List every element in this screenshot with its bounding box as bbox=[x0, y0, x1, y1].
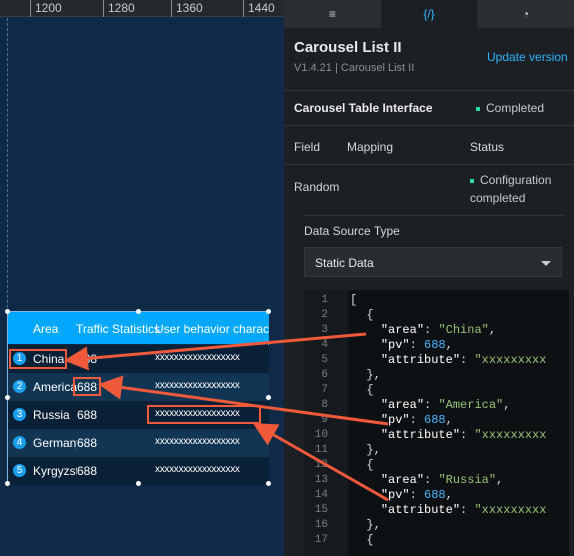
rank-badge: 5 bbox=[13, 464, 26, 477]
config-panel: ≡ {/} ◔ Carousel List II Update version … bbox=[284, 0, 574, 556]
header-behavior: User behavior characte bbox=[155, 322, 269, 336]
status-dot bbox=[470, 178, 474, 183]
status-dot bbox=[476, 106, 480, 111]
ruler-tick: 1280 bbox=[103, 0, 135, 17]
header-area: Area bbox=[33, 322, 59, 336]
cell-pv: 688 bbox=[77, 352, 98, 366]
random-field-label: Random bbox=[294, 180, 340, 194]
resize-handle[interactable] bbox=[5, 481, 10, 486]
resize-handle[interactable] bbox=[266, 395, 271, 400]
highlight-box-pv bbox=[73, 377, 101, 396]
resize-handle[interactable] bbox=[5, 309, 10, 314]
divider bbox=[284, 90, 574, 91]
table-header: Area Traffic Statistics User behavior ch… bbox=[8, 312, 269, 344]
component-title: Carousel List II bbox=[294, 39, 402, 56]
rank-badge: 3 bbox=[13, 408, 26, 421]
datasource-select[interactable]: Static Data bbox=[304, 247, 562, 277]
resize-handle[interactable] bbox=[136, 309, 141, 314]
cell-attr: xxxxxxxxxxxxxxxxxx bbox=[155, 464, 240, 475]
cell-area: Kyrgyzst bbox=[33, 464, 77, 478]
screen: 1200 1280 1360 1440 Area Traffic Statist… bbox=[0, 0, 574, 556]
carousel-table-widget[interactable]: Area Traffic Statistics User behavior ch… bbox=[5, 309, 271, 486]
config-status: Configuration completed bbox=[470, 173, 552, 205]
line-gutter: 1 2 3 4 5 6 7 8 9 10 11 12 13 14 15 16 1… bbox=[304, 290, 348, 556]
table-row: 4 Germany 688 xxxxxxxxxxxxxxxxxx bbox=[8, 429, 269, 457]
update-version-link[interactable]: Update version bbox=[487, 50, 568, 64]
cell-pv: 688 bbox=[77, 436, 98, 450]
tab-style[interactable]: ≡ bbox=[284, 0, 381, 28]
tab-interaction[interactable]: ◔ bbox=[477, 0, 574, 28]
chevron-down-icon bbox=[541, 261, 551, 266]
highlight-box-area bbox=[9, 349, 67, 369]
editor-scrollbar[interactable] bbox=[569, 290, 574, 556]
status-column-label: Status bbox=[470, 140, 505, 154]
interface-label: Carousel Table Interface bbox=[294, 101, 433, 115]
resize-handle[interactable] bbox=[266, 309, 271, 314]
sliders-icon: ≡ bbox=[328, 7, 336, 21]
cell-area: Russia bbox=[33, 408, 70, 422]
field-label: Field bbox=[294, 140, 321, 154]
cell-attr: xxxxxxxxxxxxxxxxxx bbox=[155, 436, 240, 447]
ruler-tick: 1440 bbox=[243, 0, 275, 17]
resize-handle[interactable] bbox=[5, 395, 10, 400]
interface-status: Completed bbox=[476, 101, 544, 115]
divider bbox=[304, 215, 564, 216]
pointer-icon: ◔ bbox=[522, 7, 530, 21]
resize-handle[interactable] bbox=[266, 481, 271, 486]
cell-attr: xxxxxxxxxxxxxxxxxx bbox=[155, 380, 240, 391]
cell-pv: 688 bbox=[77, 464, 98, 478]
rank-badge: 4 bbox=[13, 436, 26, 449]
ruler-tick: 1200 bbox=[30, 0, 62, 17]
table-row: 2 America 688 xxxxxxxxxxxxxxxxxx bbox=[8, 373, 269, 401]
panel-tabs: ≡ {/} ◔ bbox=[284, 0, 574, 28]
header-traffic: Traffic Statistics bbox=[76, 322, 161, 336]
code-icon: {/} bbox=[423, 7, 435, 21]
mapping-label: Mapping bbox=[347, 140, 394, 154]
cell-attr: xxxxxxxxxxxxxxxxxx bbox=[155, 352, 240, 363]
cell-pv: 688 bbox=[77, 408, 98, 422]
version-text: V1.4.21 | Carousel List II bbox=[294, 62, 415, 74]
alignment-guide bbox=[7, 18, 8, 318]
ruler-tick: 1360 bbox=[171, 0, 203, 17]
canvas-area[interactable]: 1200 1280 1360 1440 Area Traffic Statist… bbox=[0, 0, 284, 556]
tab-data[interactable]: {/} bbox=[380, 0, 478, 28]
cell-area: America bbox=[33, 380, 77, 394]
divider bbox=[284, 164, 574, 165]
cell-area: Germany bbox=[33, 436, 77, 450]
divider bbox=[284, 125, 574, 126]
datasource-label: Data Source Type bbox=[304, 224, 400, 238]
rank-badge: 2 bbox=[13, 380, 26, 393]
highlight-box-attr bbox=[147, 405, 261, 424]
horizontal-ruler: 1200 1280 1360 1440 bbox=[0, 0, 284, 17]
code-editor[interactable]: 1 2 3 4 5 6 7 8 9 10 11 12 13 14 15 16 1… bbox=[304, 290, 574, 556]
resize-handle[interactable] bbox=[136, 481, 141, 486]
